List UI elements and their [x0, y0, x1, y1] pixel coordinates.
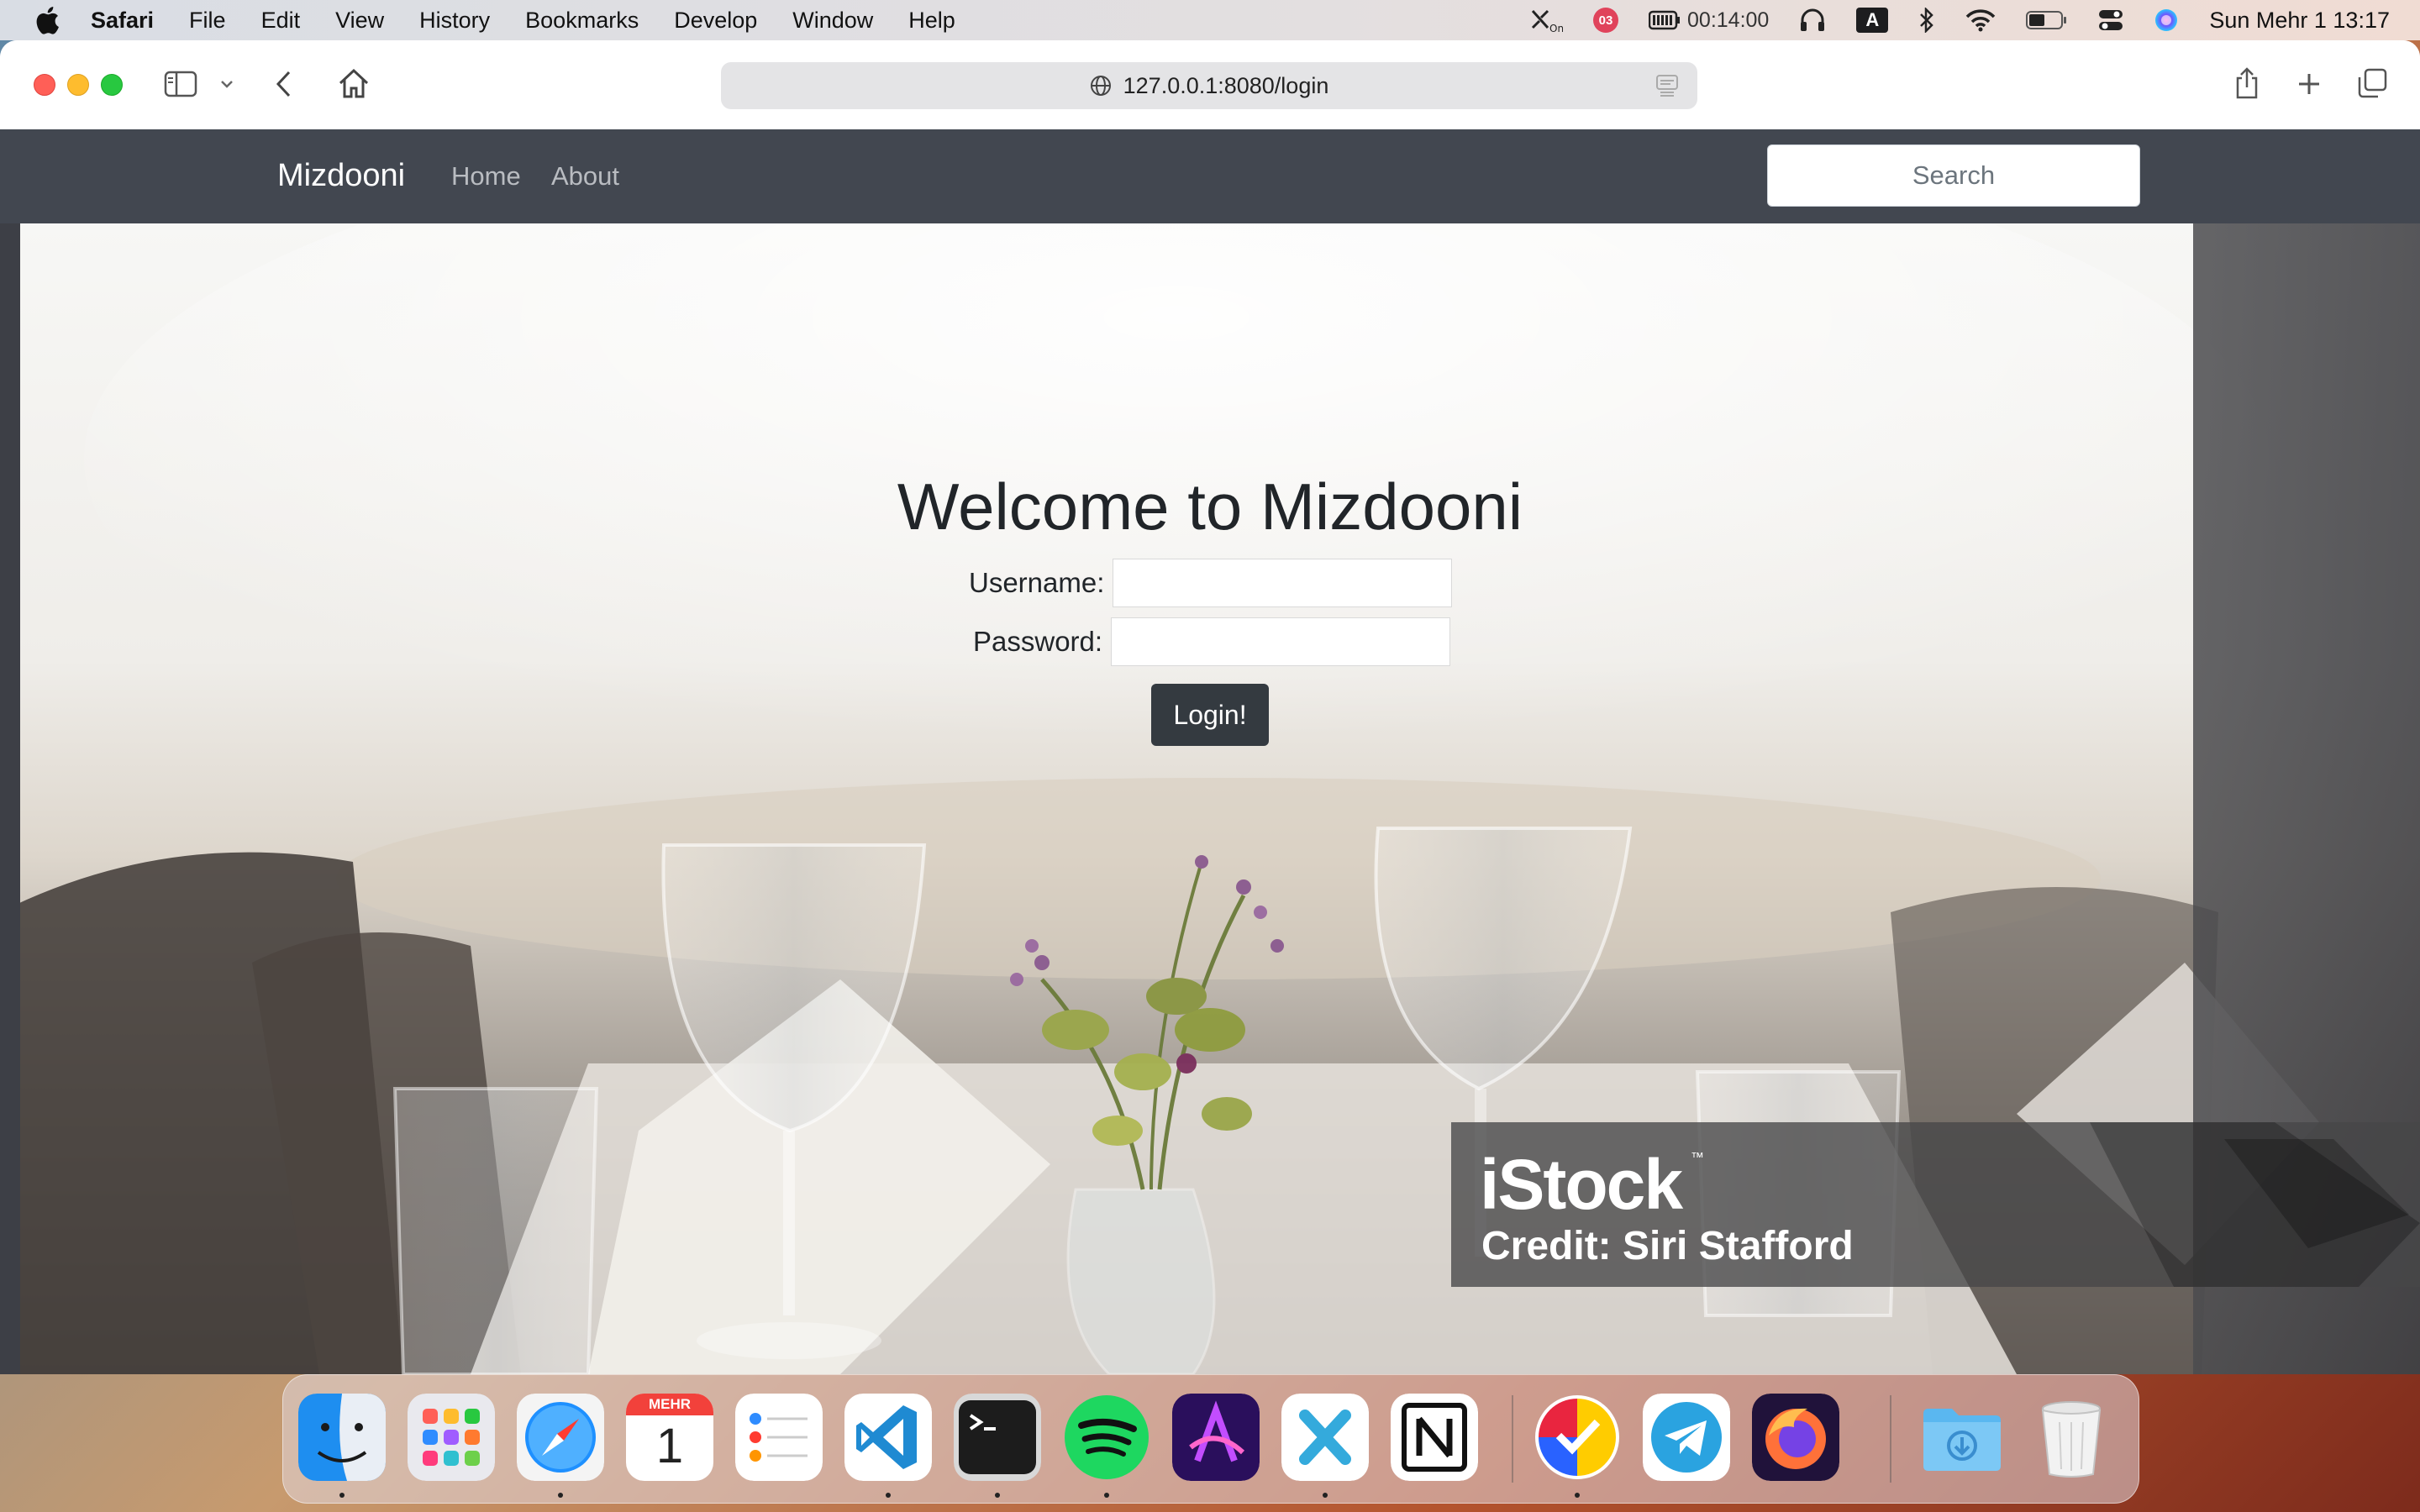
- tasks-running-dot: [1575, 1493, 1580, 1498]
- svg-text:On: On: [1549, 23, 1563, 34]
- sidebar-toggle-icon[interactable]: [160, 66, 202, 102]
- menu-help[interactable]: Help: [908, 8, 955, 34]
- globe-icon: [1090, 75, 1112, 97]
- finder-icon[interactable]: [298, 1394, 386, 1481]
- menu-develop[interactable]: Develop: [674, 8, 757, 34]
- menu-clock[interactable]: Sun Mehr 1 13:17: [2209, 8, 2390, 34]
- new-tab-icon[interactable]: [2291, 66, 2328, 102]
- badge-count: 03: [1593, 8, 1619, 33]
- calendar-icon[interactable]: MEHR 1: [626, 1394, 713, 1481]
- downloads-folder-icon[interactable]: [1918, 1394, 2006, 1481]
- notification-badge[interactable]: 03: [1593, 8, 1619, 33]
- site-brand[interactable]: Mizdooni: [277, 158, 405, 194]
- timer-text: 00:14:00: [1687, 8, 1770, 32]
- username-input[interactable]: [1113, 559, 1453, 607]
- address-bar[interactable]: 127.0.0.1:8080/login: [721, 62, 1697, 109]
- site-navbar: Mizdooni Home About: [0, 129, 2420, 223]
- safari-window: 127.0.0.1:8080/login Mizdooni Home About: [0, 40, 2420, 1374]
- close-window-button[interactable]: [34, 74, 55, 96]
- tab-overview-icon[interactable]: [2353, 64, 2391, 102]
- menu-file[interactable]: File: [189, 8, 226, 34]
- control-center-icon[interactable]: [2098, 8, 2123, 32]
- chevron-down-icon[interactable]: [217, 72, 237, 96]
- safari-running-dot: [558, 1493, 563, 1498]
- firefox-icon[interactable]: [1752, 1394, 1839, 1481]
- welcome-heading: Welcome to Mizdooni: [897, 470, 1523, 543]
- notion-icon[interactable]: [1391, 1394, 1478, 1481]
- menu-window[interactable]: Window: [792, 8, 873, 34]
- input-source-label: A: [1856, 8, 1889, 33]
- spotify-running-dot: [1104, 1493, 1109, 1498]
- web-page: Mizdooni Home About Search Welcome to Mi…: [0, 129, 2420, 1374]
- dock-separator: [1512, 1395, 1513, 1483]
- safari-icon[interactable]: [517, 1394, 604, 1481]
- calendar-month: MEHR: [626, 1394, 713, 1415]
- watermark-logo: iStock: [1480, 1145, 1683, 1224]
- password-input[interactable]: [1111, 617, 1451, 666]
- status-area: On 03 00:14:00 A Sun Mehr 1 13:17: [1529, 0, 2420, 40]
- terminal-icon[interactable]: [954, 1394, 1041, 1481]
- calendar-day: 1: [655, 1419, 684, 1473]
- menu-history[interactable]: History: [419, 8, 490, 34]
- terminal-running-dot: [995, 1493, 1000, 1498]
- back-icon[interactable]: [267, 66, 301, 102]
- url-text: 127.0.0.1:8080/login: [1123, 72, 1329, 98]
- browser-toolbar: 127.0.0.1:8080/login: [0, 40, 2420, 130]
- wifi-icon[interactable]: [1965, 8, 1996, 32]
- minimize-window-button[interactable]: [67, 74, 89, 96]
- nav-home-link[interactable]: Home: [451, 161, 521, 192]
- launchpad-icon[interactable]: [408, 1394, 495, 1481]
- mute-icon[interactable]: On: [1529, 6, 1563, 34]
- battery-icon[interactable]: [2026, 9, 2068, 31]
- istock-watermark: iStock ™ Credit: Siri Stafford: [1451, 1122, 2420, 1287]
- finder-running-dot: [339, 1493, 345, 1498]
- siri-icon[interactable]: [2154, 8, 2179, 33]
- username-row: Username:: [969, 558, 1453, 608]
- affinity-icon[interactable]: [1172, 1394, 1260, 1481]
- headphones-icon[interactable]: [1799, 8, 1826, 33]
- reader-icon[interactable]: [1655, 74, 1679, 97]
- nav-about-link[interactable]: About: [551, 161, 619, 192]
- timer-widget[interactable]: 00:14:00: [1649, 8, 1769, 33]
- menu-bookmarks[interactable]: Bookmarks: [525, 8, 639, 34]
- left-edge-shadow: [0, 223, 20, 1374]
- menu-edit[interactable]: Edit: [261, 8, 301, 34]
- password-row: Password:: [973, 617, 1451, 667]
- watermark-tm: ™: [1691, 1151, 1704, 1165]
- vscode-icon[interactable]: [844, 1394, 932, 1481]
- zoom-window-button[interactable]: [101, 74, 123, 96]
- watermark-shape-icon: [2090, 1122, 2420, 1287]
- dock-separator-2: [1890, 1395, 1891, 1483]
- battery-timer-icon: [1649, 10, 1681, 30]
- search-input[interactable]: [1767, 144, 2140, 207]
- reminders-icon[interactable]: [735, 1394, 823, 1481]
- password-label: Password:: [973, 626, 1103, 657]
- login-button[interactable]: Login!: [1151, 684, 1269, 746]
- hero-section: Welcome to Mizdooni Username: Password: …: [0, 223, 2420, 1374]
- apple-menu-icon[interactable]: [30, 3, 64, 37]
- username-label: Username:: [969, 567, 1105, 598]
- input-source[interactable]: A: [1856, 8, 1889, 33]
- menu-app-name[interactable]: Safari: [91, 8, 154, 34]
- home-icon[interactable]: [334, 64, 373, 102]
- xtool-running-dot: [1323, 1493, 1328, 1498]
- menu-bar: Safari File Edit View History Bookmarks …: [0, 0, 2420, 40]
- vscode-running-dot: [886, 1493, 891, 1498]
- spotify-icon[interactable]: [1063, 1394, 1150, 1481]
- share-icon[interactable]: [2228, 62, 2265, 104]
- trash-icon[interactable]: [2028, 1394, 2115, 1481]
- tasks-icon[interactable]: [1534, 1394, 1621, 1481]
- telegram-icon[interactable]: [1643, 1394, 1730, 1481]
- dock: MEHR 1: [282, 1374, 2139, 1504]
- bluetooth-icon[interactable]: [1918, 8, 1935, 33]
- menu-view[interactable]: View: [335, 8, 384, 34]
- watermark-credit: Credit: Siri Stafford: [1481, 1224, 1854, 1268]
- xtool-icon[interactable]: [1281, 1394, 1369, 1481]
